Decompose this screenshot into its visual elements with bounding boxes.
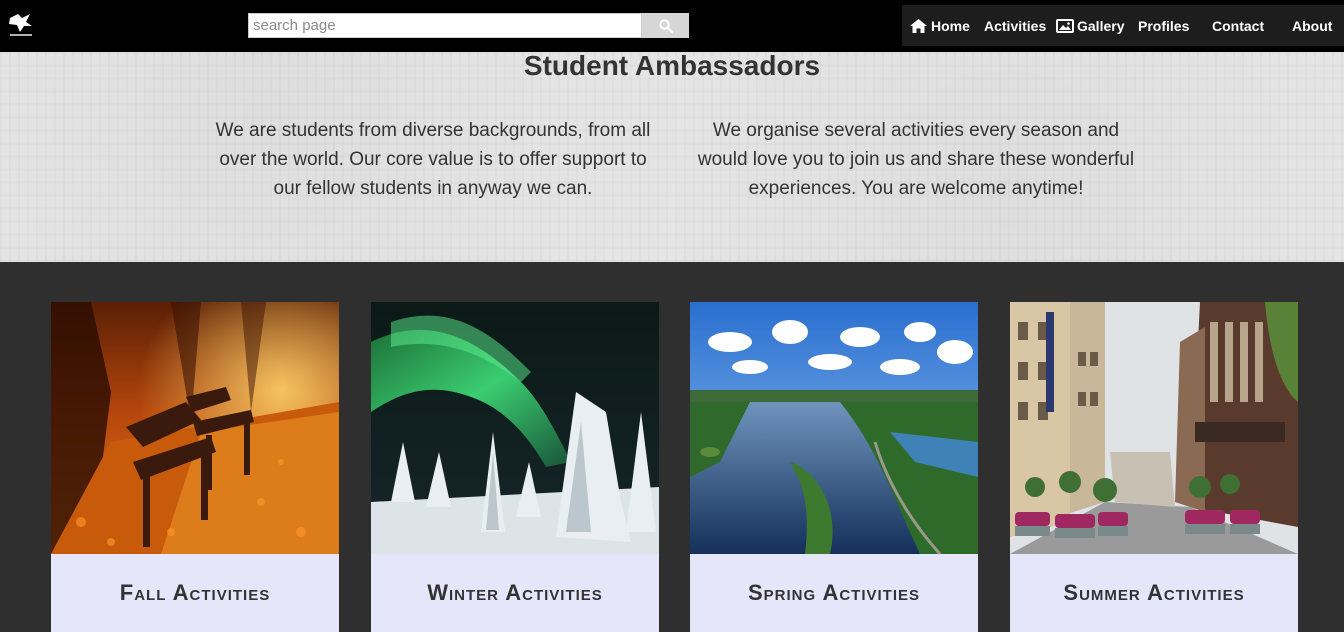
nav-activities-label: Activities bbox=[984, 17, 1047, 34]
activity-card-spring[interactable]: Spring Activities bbox=[690, 302, 978, 632]
city-street-image[interactable] bbox=[1010, 302, 1298, 554]
card-label-winter: Winter Activities bbox=[371, 554, 659, 632]
nav-about-label: About bbox=[1292, 17, 1333, 34]
lake-aerial-image[interactable] bbox=[690, 302, 978, 554]
nav-home-label: Home bbox=[931, 17, 970, 34]
autumn-park-image[interactable] bbox=[51, 302, 339, 554]
nav-contact-label: Contact bbox=[1212, 17, 1265, 34]
nav-gallery-label: Gallery bbox=[1077, 17, 1125, 34]
gallery-icon bbox=[1056, 18, 1074, 33]
search-icon bbox=[658, 18, 673, 33]
page-title: Student Ambassadors bbox=[523, 50, 821, 81]
intro-section: Student Ambassadors We are students from… bbox=[0, 52, 1344, 262]
nav-profiles[interactable]: Profiles bbox=[1138, 5, 1189, 46]
home-icon bbox=[910, 18, 927, 33]
activity-card-fall[interactable]: Fall Activities bbox=[51, 302, 339, 632]
nav-about[interactable]: About bbox=[1292, 5, 1332, 46]
nav-contact[interactable]: Contact bbox=[1212, 5, 1264, 46]
nav-profiles-label: Profiles bbox=[1138, 17, 1190, 34]
university-logo[interactable] bbox=[4, 8, 38, 40]
intro-text-right: We organise several activities every sea… bbox=[697, 120, 1135, 199]
nav-home[interactable]: Home bbox=[909, 5, 970, 46]
main-nav: Home Activities Gallery Profiles Contact… bbox=[902, 5, 1344, 46]
intro-text-left: We are students from diverse backgrounds… bbox=[215, 120, 651, 199]
activity-card-summer[interactable]: Summer Activities bbox=[1010, 302, 1298, 632]
top-navbar: Home Activities Gallery Profiles Contact… bbox=[0, 0, 1344, 52]
card-label-fall: Fall Activities bbox=[51, 554, 339, 632]
card-label-spring: Spring Activities bbox=[690, 554, 978, 632]
aurora-image[interactable] bbox=[371, 302, 659, 554]
search-button[interactable] bbox=[642, 13, 689, 38]
search-input[interactable] bbox=[248, 13, 642, 38]
nav-gallery[interactable]: Gallery bbox=[1056, 5, 1124, 46]
activity-card-winter[interactable]: Winter Activities bbox=[371, 302, 659, 632]
card-label-summer: Summer Activities bbox=[1010, 554, 1298, 632]
nav-activities[interactable]: Activities bbox=[984, 5, 1046, 46]
